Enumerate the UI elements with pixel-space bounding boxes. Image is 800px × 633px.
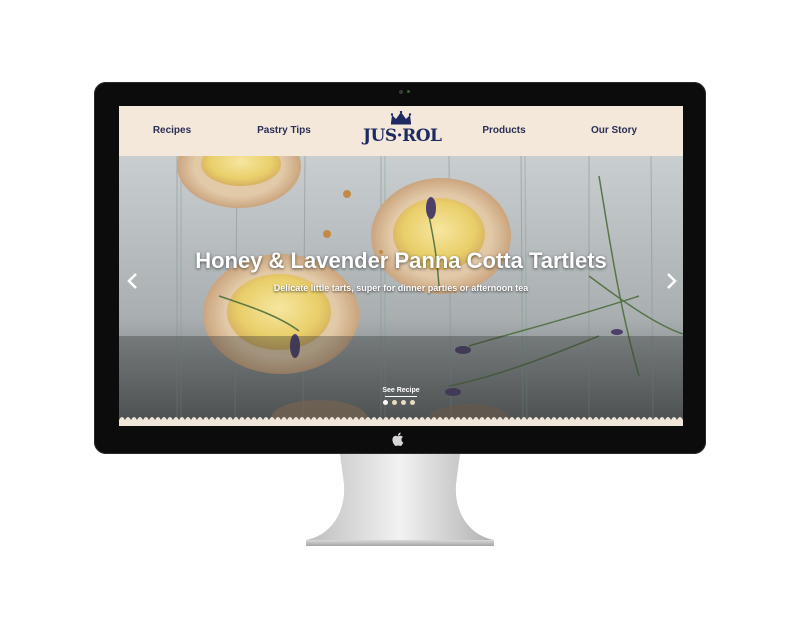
hero-subtitle: Delicate little tarts, super for dinner … <box>273 283 529 293</box>
monitor-stand <box>306 454 494 546</box>
carousel-dot-3[interactable] <box>401 400 406 405</box>
carousel-dot-1[interactable] <box>383 400 388 405</box>
scalloped-border <box>119 417 683 426</box>
nav-link-recipes[interactable]: Recipes <box>139 106 205 156</box>
crown-icon <box>390 111 412 125</box>
site-navbar: Recipes Pastry Tips JUS·ROL Products Our… <box>119 106 683 156</box>
carousel-dot-4[interactable] <box>410 400 415 405</box>
logo-wordmark: JUS·ROL <box>363 126 442 146</box>
see-recipe-link[interactable]: See Recipe <box>371 387 431 394</box>
hero-title: Honey & Lavender Panna Cotta Tartlets <box>195 248 607 273</box>
nav-link-our-story[interactable]: Our Story <box>581 106 647 156</box>
screen: Recipes Pastry Tips JUS·ROL Products Our… <box>119 106 683 426</box>
see-recipe-underline <box>385 396 417 397</box>
nav-link-products[interactable]: Products <box>471 106 537 156</box>
nav-link-pastry-tips[interactable]: Pastry Tips <box>249 106 319 156</box>
camera-icon <box>399 90 403 94</box>
carousel-dots <box>383 400 419 408</box>
hero-carousel: Honey & Lavender Panna Cotta Tartlets De… <box>119 156 683 426</box>
jus-rol-logo[interactable]: JUS·ROL <box>363 110 442 154</box>
carousel-dot-2[interactable] <box>392 400 397 405</box>
camera-indicator <box>407 90 410 93</box>
apple-logo-icon <box>391 431 405 447</box>
